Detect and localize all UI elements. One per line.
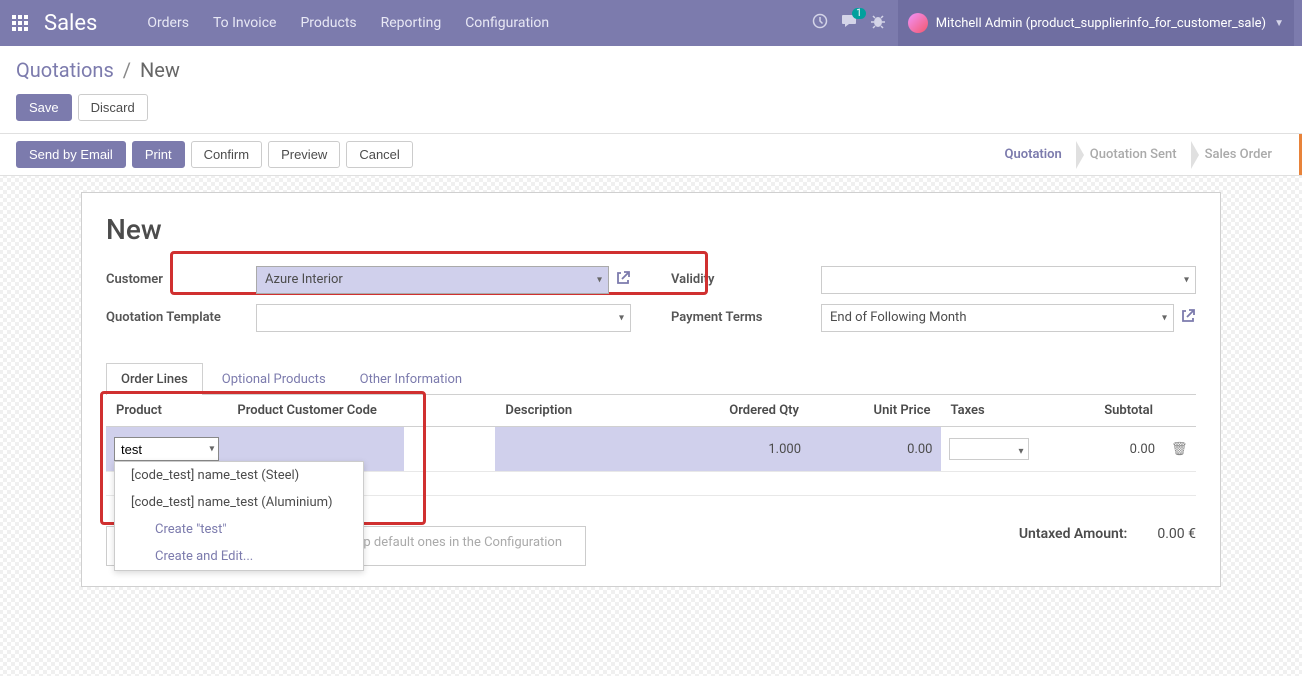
chat-icon[interactable]: 1	[840, 12, 858, 34]
autocomplete-create[interactable]: Create "test"	[115, 516, 363, 543]
price-cell[interactable]: 0.00	[809, 427, 941, 472]
col-subtotal: Subtotal	[1042, 395, 1163, 427]
menu-orders[interactable]: Orders	[137, 7, 199, 39]
validity-field[interactable]: ▾	[821, 266, 1196, 294]
form-card: New Customer Azure Interior ▾	[81, 192, 1221, 587]
untaxed-value: 0.00 €	[1157, 526, 1196, 542]
totals: Untaxed Amount: 0.00 €	[1019, 526, 1196, 542]
breadcrumb-root[interactable]: Quotations	[16, 58, 114, 82]
payment-terms-value: End of Following Month	[830, 310, 966, 325]
taxes-select[interactable]: ▾	[949, 438, 1029, 460]
confirm-button[interactable]: Confirm	[191, 141, 263, 168]
template-field[interactable]: ▾	[256, 304, 631, 332]
autocomplete-option[interactable]: [code_test] name_test (Steel)	[115, 462, 363, 489]
breadcrumb-bar: Quotations / New	[0, 46, 1302, 90]
col-qty: Ordered Qty	[657, 395, 809, 427]
autocomplete-option[interactable]: [code_test] name_test (Aluminium)	[115, 489, 363, 516]
status-quotation-sent[interactable]: Quotation Sent	[1076, 141, 1191, 168]
col-price: Unit Price	[809, 395, 941, 427]
chevron-down-icon: ▾	[1162, 313, 1167, 324]
action-bar: Send by Email Print Confirm Preview Canc…	[0, 133, 1302, 176]
print-button[interactable]: Print	[132, 141, 185, 168]
bug-icon[interactable]	[870, 13, 886, 33]
avatar	[908, 13, 928, 33]
save-discard-row: Save Discard	[0, 90, 1302, 133]
untaxed-label: Untaxed Amount:	[1019, 526, 1128, 542]
content-area: New Customer Azure Interior ▾	[0, 176, 1302, 676]
menu-to-invoice[interactable]: To Invoice	[203, 7, 287, 39]
product-input[interactable]	[114, 437, 219, 461]
page-title: New	[106, 213, 1196, 246]
menu-configuration[interactable]: Configuration	[455, 7, 559, 39]
chat-badge: 1	[852, 8, 866, 19]
breadcrumb-current: New	[140, 58, 180, 82]
chevron-down-icon: ▾	[597, 275, 602, 286]
chevron-down-icon: ▾	[619, 313, 624, 324]
preview-button[interactable]: Preview	[268, 141, 340, 168]
col-description: Description	[495, 395, 657, 427]
col-taxes: Taxes	[941, 395, 1042, 427]
top-navbar: Sales Orders To Invoice Products Reporti…	[0, 0, 1302, 46]
send-email-button[interactable]: Send by Email	[16, 141, 126, 168]
status-sales-order[interactable]: Sales Order	[1191, 141, 1286, 168]
main-menu: Orders To Invoice Products Reporting Con…	[137, 7, 559, 39]
breadcrumb-sep: /	[123, 58, 131, 82]
external-link-icon[interactable]	[1180, 308, 1196, 328]
qty-cell[interactable]: 1.000	[657, 427, 809, 472]
app-brand[interactable]: Sales	[44, 11, 97, 36]
user-label: Mitchell Admin (product_supplierinfo_for…	[936, 16, 1266, 31]
autocomplete-create-edit[interactable]: Create and Edit...	[115, 543, 363, 570]
clock-icon[interactable]	[812, 13, 828, 33]
customer-value: Azure Interior	[265, 272, 343, 287]
cancel-button[interactable]: Cancel	[346, 141, 412, 168]
payment-terms-field[interactable]: End of Following Month ▾	[821, 304, 1174, 332]
status-quotation[interactable]: Quotation	[991, 141, 1076, 168]
product-cell[interactable]: ▾ [code_test] name_test (Steel) [code_te…	[106, 427, 227, 472]
payment-terms-label: Payment Terms	[671, 304, 821, 325]
breadcrumb: Quotations / New	[16, 58, 1286, 82]
apps-icon[interactable]	[8, 11, 32, 35]
save-button[interactable]: Save	[16, 94, 72, 121]
discard-button[interactable]: Discard	[78, 94, 148, 121]
status-bar: Quotation Quotation Sent Sales Order	[991, 141, 1287, 168]
template-label: Quotation Template	[106, 304, 256, 325]
subtotal-cell: 0.00	[1042, 427, 1163, 472]
chevron-down-icon: ▼	[1274, 18, 1284, 29]
customer-field[interactable]: Azure Interior ▾	[256, 266, 609, 294]
chevron-down-icon: ▾	[1184, 275, 1189, 286]
product-autocomplete: [code_test] name_test (Steel) [code_test…	[114, 461, 364, 571]
trash-icon[interactable]: 🗑	[1171, 442, 1188, 457]
menu-products[interactable]: Products	[290, 7, 366, 39]
taxes-cell[interactable]: ▾	[941, 427, 1042, 472]
user-menu[interactable]: Mitchell Admin (product_supplierinfo_for…	[898, 0, 1294, 46]
description-cell[interactable]	[495, 427, 657, 472]
menu-reporting[interactable]: Reporting	[371, 7, 452, 39]
